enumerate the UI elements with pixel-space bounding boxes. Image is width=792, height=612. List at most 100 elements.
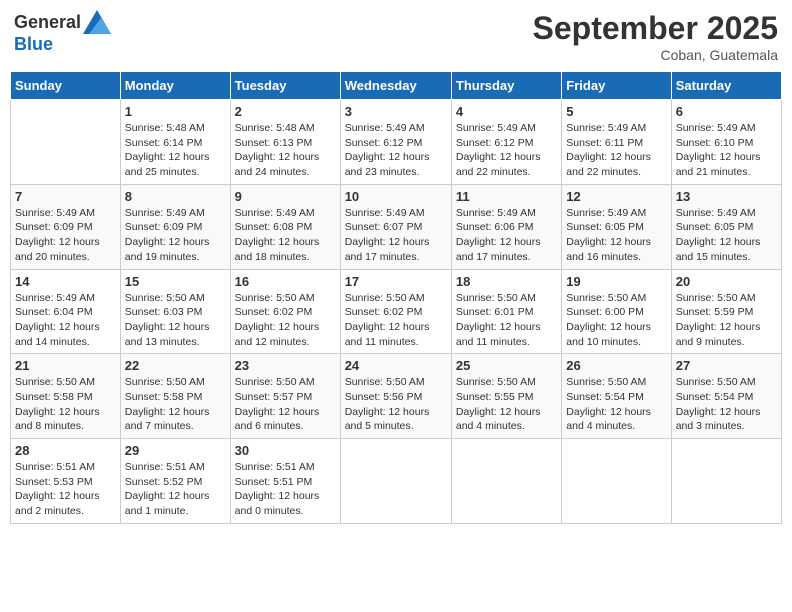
day-info: Sunrise: 5:49 AMSunset: 6:07 PMDaylight:… bbox=[345, 206, 447, 265]
day-number: 30 bbox=[235, 443, 336, 458]
day-number: 12 bbox=[566, 189, 666, 204]
weekday-header-tuesday: Tuesday bbox=[230, 72, 340, 100]
logo-blue-text: Blue bbox=[14, 34, 53, 55]
day-number: 14 bbox=[15, 274, 116, 289]
weekday-header-sunday: Sunday bbox=[11, 72, 121, 100]
day-info: Sunrise: 5:49 AMSunset: 6:04 PMDaylight:… bbox=[15, 291, 116, 350]
day-number: 27 bbox=[676, 358, 777, 373]
day-info: Sunrise: 5:48 AMSunset: 6:13 PMDaylight:… bbox=[235, 121, 336, 180]
day-info: Sunrise: 5:50 AMSunset: 5:58 PMDaylight:… bbox=[125, 375, 226, 434]
day-number: 7 bbox=[15, 189, 116, 204]
calendar-cell: 22 Sunrise: 5:50 AMSunset: 5:58 PMDayligh… bbox=[120, 354, 230, 439]
title-area: September 2025 Coban, Guatemala bbox=[533, 10, 778, 63]
calendar-cell: 6 Sunrise: 5:49 AMSunset: 6:10 PMDaylight… bbox=[671, 100, 781, 185]
calendar-cell: 26 Sunrise: 5:50 AMSunset: 5:54 PMDayligh… bbox=[562, 354, 671, 439]
day-number: 2 bbox=[235, 104, 336, 119]
day-info: Sunrise: 5:50 AMSunset: 5:56 PMDaylight:… bbox=[345, 375, 447, 434]
day-info: Sunrise: 5:50 AMSunset: 5:57 PMDaylight:… bbox=[235, 375, 336, 434]
day-number: 26 bbox=[566, 358, 666, 373]
day-number: 5 bbox=[566, 104, 666, 119]
calendar-cell: 19 Sunrise: 5:50 AMSunset: 6:00 PMDayligh… bbox=[562, 269, 671, 354]
calendar-cell: 28 Sunrise: 5:51 AMSunset: 5:53 PMDayligh… bbox=[11, 439, 121, 524]
day-info: Sunrise: 5:50 AMSunset: 5:54 PMDaylight:… bbox=[676, 375, 777, 434]
day-number: 28 bbox=[15, 443, 116, 458]
day-number: 11 bbox=[456, 189, 557, 204]
day-number: 16 bbox=[235, 274, 336, 289]
day-info: Sunrise: 5:49 AMSunset: 6:05 PMDaylight:… bbox=[566, 206, 666, 265]
logo-general-text: General bbox=[14, 12, 81, 33]
day-info: Sunrise: 5:50 AMSunset: 5:59 PMDaylight:… bbox=[676, 291, 777, 350]
calendar-cell: 1 Sunrise: 5:48 AMSunset: 6:14 PMDaylight… bbox=[120, 100, 230, 185]
calendar-cell: 3 Sunrise: 5:49 AMSunset: 6:12 PMDaylight… bbox=[340, 100, 451, 185]
calendar-cell: 8 Sunrise: 5:49 AMSunset: 6:09 PMDaylight… bbox=[120, 184, 230, 269]
day-info: Sunrise: 5:50 AMSunset: 6:02 PMDaylight:… bbox=[235, 291, 336, 350]
day-number: 10 bbox=[345, 189, 447, 204]
calendar-cell: 10 Sunrise: 5:49 AMSunset: 6:07 PMDayligh… bbox=[340, 184, 451, 269]
location: Coban, Guatemala bbox=[533, 47, 778, 63]
day-info: Sunrise: 5:51 AMSunset: 5:53 PMDaylight:… bbox=[15, 460, 116, 519]
day-number: 29 bbox=[125, 443, 226, 458]
calendar-cell: 15Sunrise: 5:50 AMSunset: 6:03 PMDayligh… bbox=[120, 269, 230, 354]
day-number: 22 bbox=[125, 358, 226, 373]
day-number: 4 bbox=[456, 104, 557, 119]
day-number: 6 bbox=[676, 104, 777, 119]
page-header: General Blue September 2025 Coban, Guate… bbox=[10, 10, 782, 63]
calendar-cell: 27 Sunrise: 5:50 AMSunset: 5:54 PMDayligh… bbox=[671, 354, 781, 439]
day-number: 20 bbox=[676, 274, 777, 289]
day-info: Sunrise: 5:51 AMSunset: 5:52 PMDaylight:… bbox=[125, 460, 226, 519]
day-number: 18 bbox=[456, 274, 557, 289]
logo: General Blue bbox=[14, 10, 111, 55]
day-info: Sunrise: 5:49 AMSunset: 6:09 PMDaylight:… bbox=[15, 206, 116, 265]
calendar-cell: 20 Sunrise: 5:50 AMSunset: 5:59 PMDayligh… bbox=[671, 269, 781, 354]
calendar-cell: 30 Sunrise: 5:51 AMSunset: 5:51 PMDayligh… bbox=[230, 439, 340, 524]
calendar-cell bbox=[11, 100, 121, 185]
calendar-cell: 11Sunrise: 5:49 AMSunset: 6:06 PMDayligh… bbox=[451, 184, 561, 269]
calendar-week-row: 14 Sunrise: 5:49 AMSunset: 6:04 PMDayligh… bbox=[11, 269, 782, 354]
day-info: Sunrise: 5:49 AMSunset: 6:12 PMDaylight:… bbox=[456, 121, 557, 180]
calendar-cell bbox=[562, 439, 671, 524]
day-number: 1 bbox=[125, 104, 226, 119]
calendar-cell: 17 Sunrise: 5:50 AMSunset: 6:02 PMDayligh… bbox=[340, 269, 451, 354]
calendar-cell bbox=[671, 439, 781, 524]
calendar-cell: 29 Sunrise: 5:51 AMSunset: 5:52 PMDayligh… bbox=[120, 439, 230, 524]
day-info: Sunrise: 5:50 AMSunset: 6:01 PMDaylight:… bbox=[456, 291, 557, 350]
day-info: Sunrise: 5:50 AMSunset: 5:54 PMDaylight:… bbox=[566, 375, 666, 434]
day-number: 17 bbox=[345, 274, 447, 289]
calendar-cell: 14 Sunrise: 5:49 AMSunset: 6:04 PMDayligh… bbox=[11, 269, 121, 354]
weekday-header-saturday: Saturday bbox=[671, 72, 781, 100]
day-info: Sunrise: 5:49 AMSunset: 6:11 PMDaylight:… bbox=[566, 121, 666, 180]
calendar-week-row: 1 Sunrise: 5:48 AMSunset: 6:14 PMDaylight… bbox=[11, 100, 782, 185]
calendar-cell: 9 Sunrise: 5:49 AMSunset: 6:08 PMDaylight… bbox=[230, 184, 340, 269]
calendar-week-row: 28 Sunrise: 5:51 AMSunset: 5:53 PMDayligh… bbox=[11, 439, 782, 524]
day-info: Sunrise: 5:49 AMSunset: 6:09 PMDaylight:… bbox=[125, 206, 226, 265]
day-number: 8 bbox=[125, 189, 226, 204]
day-info: Sunrise: 5:50 AMSunset: 6:02 PMDaylight:… bbox=[345, 291, 447, 350]
day-info: Sunrise: 5:50 AMSunset: 6:00 PMDaylight:… bbox=[566, 291, 666, 350]
day-number: 25 bbox=[456, 358, 557, 373]
day-number: 9 bbox=[235, 189, 336, 204]
day-number: 13 bbox=[676, 189, 777, 204]
day-number: 24 bbox=[345, 358, 447, 373]
calendar-table: SundayMondayTuesdayWednesdayThursdayFrid… bbox=[10, 71, 782, 524]
day-number: 15 bbox=[125, 274, 226, 289]
calendar-cell: 12 Sunrise: 5:49 AMSunset: 6:05 PMDayligh… bbox=[562, 184, 671, 269]
calendar-cell bbox=[451, 439, 561, 524]
day-info: Sunrise: 5:51 AMSunset: 5:51 PMDaylight:… bbox=[235, 460, 336, 519]
calendar-cell: 24 Sunrise: 5:50 AMSunset: 5:56 PMDayligh… bbox=[340, 354, 451, 439]
logo-icon bbox=[83, 10, 111, 34]
weekday-header-wednesday: Wednesday bbox=[340, 72, 451, 100]
month-title: September 2025 bbox=[533, 10, 778, 47]
calendar-cell: 4 Sunrise: 5:49 AMSunset: 6:12 PMDaylight… bbox=[451, 100, 561, 185]
weekday-header-monday: Monday bbox=[120, 72, 230, 100]
calendar-cell: 5 Sunrise: 5:49 AMSunset: 6:11 PMDaylight… bbox=[562, 100, 671, 185]
day-info: Sunrise: 5:49 AMSunset: 6:08 PMDaylight:… bbox=[235, 206, 336, 265]
day-info: Sunrise: 5:49 AMSunset: 6:10 PMDaylight:… bbox=[676, 121, 777, 180]
day-number: 3 bbox=[345, 104, 447, 119]
day-info: Sunrise: 5:48 AMSunset: 6:14 PMDaylight:… bbox=[125, 121, 226, 180]
day-number: 23 bbox=[235, 358, 336, 373]
day-number: 21 bbox=[15, 358, 116, 373]
day-info: Sunrise: 5:49 AMSunset: 6:12 PMDaylight:… bbox=[345, 121, 447, 180]
calendar-cell: 18 Sunrise: 5:50 AMSunset: 6:01 PMDayligh… bbox=[451, 269, 561, 354]
day-number: 19 bbox=[566, 274, 666, 289]
calendar-cell: 25Sunrise: 5:50 AMSunset: 5:55 PMDayligh… bbox=[451, 354, 561, 439]
